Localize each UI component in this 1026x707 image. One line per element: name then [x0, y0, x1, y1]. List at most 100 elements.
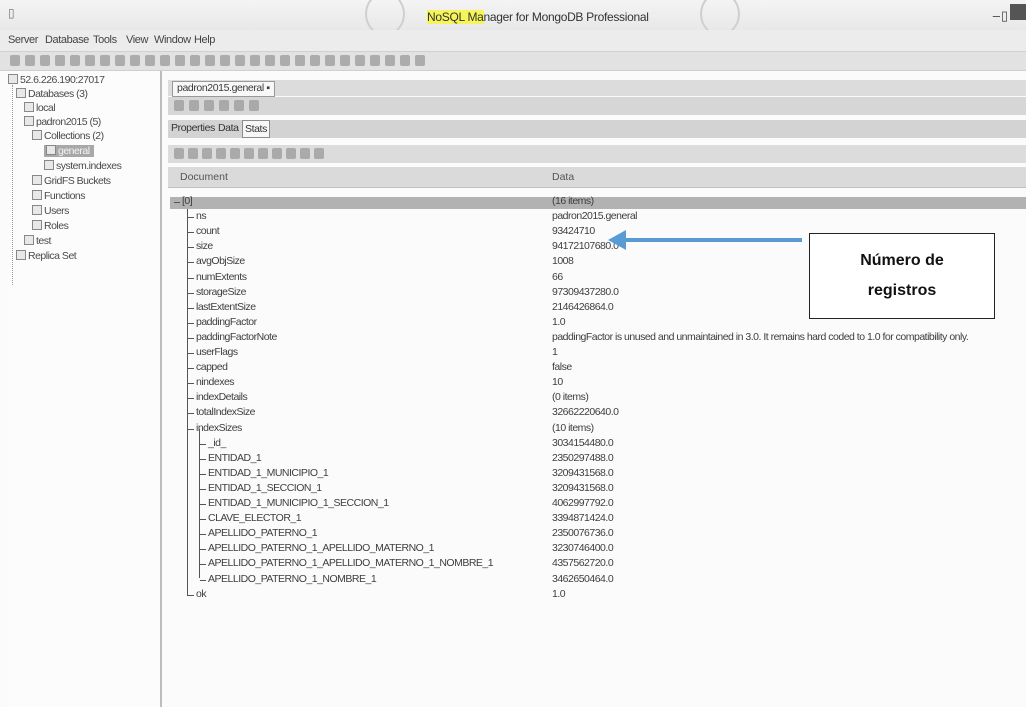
row-stat-key[interactable]: totalIndexSize	[196, 406, 255, 418]
toolbar-button-icon[interactable]	[265, 55, 275, 66]
toolbar-button-icon[interactable]	[220, 55, 230, 66]
row-stat-value[interactable]: 1008	[552, 255, 574, 267]
row-index-size-value[interactable]: 3209431568.0	[552, 467, 614, 479]
row-index-size-value[interactable]: 4062997792.0	[552, 497, 614, 509]
menu-tools[interactable]: Tools	[93, 34, 117, 46]
row-index-size-value[interactable]: 3230746400.0	[552, 542, 614, 554]
row-root-value[interactable]: (16 items)	[552, 195, 594, 207]
navigator-button-icon[interactable]	[286, 148, 296, 159]
row-stat-value[interactable]: 66	[552, 271, 563, 283]
minimize-button[interactable]: –	[993, 8, 1000, 23]
row-index-size-key[interactable]: CLAVE_ELECTOR_1	[208, 512, 302, 524]
toolbar-button-icon[interactable]	[235, 55, 245, 66]
row-stat-key[interactable]: userFlags	[196, 346, 238, 358]
row-index-size-key[interactable]: ENTIDAD_1_SECCION_1	[208, 482, 322, 494]
toolbar-button-icon[interactable]	[55, 55, 65, 66]
tree-node-roles[interactable]: Roles	[32, 220, 69, 232]
row-stat-key[interactable]: numExtents	[196, 271, 247, 283]
toolbar-button-icon[interactable]	[190, 55, 200, 66]
row-root-key[interactable]: [0]	[182, 195, 193, 207]
row-stat-key[interactable]: avgObjSize	[196, 255, 245, 267]
tree-node-gridfs[interactable]: GridFS Buckets	[32, 175, 111, 187]
navigator-button-icon[interactable]	[244, 148, 254, 159]
tree-node-general[interactable]: general	[44, 145, 94, 157]
row-stat-value[interactable]: padron2015.general	[552, 210, 638, 222]
tree-node-local[interactable]: local	[24, 102, 56, 114]
row-stat-value[interactable]: 32662220640.0	[552, 406, 619, 418]
toolbar-button-icon[interactable]	[355, 55, 365, 66]
row-stat-value[interactable]: (10 items)	[552, 422, 594, 434]
navigator-button-icon[interactable]	[314, 148, 324, 159]
row-stat-key[interactable]: ns	[196, 210, 207, 222]
tab-data[interactable]: Data	[218, 122, 239, 134]
tree-node-databases[interactable]: Databases (3)	[16, 88, 88, 100]
tree-node-users[interactable]: Users	[32, 205, 69, 217]
toolbar-button-icon[interactable]	[85, 55, 95, 66]
toolbar-button-icon[interactable]	[370, 55, 380, 66]
row-index-size-value[interactable]: 2350076736.0	[552, 527, 614, 539]
row-stat-value[interactable]: false	[552, 361, 572, 373]
row-stat-key[interactable]: indexSizes	[196, 422, 242, 434]
collection-toolbar-button-icon[interactable]	[219, 100, 229, 111]
row-index-size-value[interactable]: 3394871424.0	[552, 512, 614, 524]
row-index-size-value[interactable]: 2350297488.0	[552, 452, 614, 464]
close-button[interactable]	[1010, 4, 1026, 20]
row-stat-value[interactable]: 1	[552, 346, 558, 358]
navigator-button-icon[interactable]	[216, 148, 226, 159]
toolbar-button-icon[interactable]	[130, 55, 140, 66]
row-stat-value[interactable]: (0 items)	[552, 391, 589, 403]
collection-toolbar-button-icon[interactable]	[234, 100, 244, 111]
row-index-size-key[interactable]: APELLIDO_PATERNO_1_APELLIDO_MATERNO_1	[208, 542, 435, 554]
row-stat-key[interactable]: lastExtentSize	[196, 301, 256, 313]
toolbar-button-icon[interactable]	[115, 55, 125, 66]
row-stat-key[interactable]: paddingFactorNote	[196, 331, 277, 343]
navigator-button-icon[interactable]	[202, 148, 212, 159]
toolbar-button-icon[interactable]	[25, 55, 35, 66]
row-ok-value[interactable]: 1.0	[552, 588, 566, 600]
menu-server[interactable]: Server	[8, 34, 38, 46]
column-data[interactable]: Data	[552, 171, 574, 183]
navigator-button-icon[interactable]	[258, 148, 268, 159]
tab-stats[interactable]: Stats	[242, 120, 270, 138]
toolbar-button-icon[interactable]	[325, 55, 335, 66]
tree-node-padron2015[interactable]: padron2015 (5)	[24, 116, 101, 128]
close-tab-icon[interactable]: ▪	[266, 82, 270, 94]
toolbar-button-icon[interactable]	[145, 55, 155, 66]
toolbar-button-icon[interactable]	[100, 55, 110, 66]
tab-properties[interactable]: Properties	[171, 122, 215, 134]
toolbar-button-icon[interactable]	[295, 55, 305, 66]
row-index-size-key[interactable]: APELLIDO_PATERNO_1	[208, 527, 318, 539]
row-stat-key[interactable]: paddingFactor	[196, 316, 257, 328]
row-stat-value[interactable]: paddingFactor is unused and unmaintained…	[552, 331, 969, 343]
collection-toolbar-button-icon[interactable]	[204, 100, 214, 111]
row-index-size-key[interactable]: ENTIDAD_1_MUNICIPIO_1	[208, 467, 329, 479]
row-stat-value[interactable]: 93424710	[552, 225, 595, 237]
navigator-button-icon[interactable]	[230, 148, 240, 159]
navigator-button-icon[interactable]	[300, 148, 310, 159]
navigator-button-icon[interactable]	[188, 148, 198, 159]
toolbar-button-icon[interactable]	[205, 55, 215, 66]
collection-toolbar-button-icon[interactable]	[189, 100, 199, 111]
toolbar-button-icon[interactable]	[160, 55, 170, 66]
row-index-size-value[interactable]: 4357562720.0	[552, 557, 614, 569]
row-index-size-key[interactable]: ENTIDAD_1_MUNICIPIO_1_SECCION_1	[208, 497, 389, 509]
column-document[interactable]: Document	[180, 171, 228, 183]
row-ok-key[interactable]: ok	[196, 588, 207, 600]
row-stat-key[interactable]: capped	[196, 361, 228, 373]
toolbar-button-icon[interactable]	[40, 55, 50, 66]
toolbar-button-icon[interactable]	[415, 55, 425, 66]
toolbar-button-icon[interactable]	[250, 55, 260, 66]
row-stat-value[interactable]: 10	[552, 376, 563, 388]
navigator-button-icon[interactable]	[174, 148, 184, 159]
row-stat-value[interactable]: 1.0	[552, 316, 566, 328]
row-index-size-key[interactable]: ENTIDAD_1	[208, 452, 262, 464]
toolbar-button-icon[interactable]	[10, 55, 20, 66]
collection-toolbar-button-icon[interactable]	[174, 100, 184, 111]
menu-help[interactable]: Help	[194, 34, 215, 46]
collection-toolbar-button-icon[interactable]	[249, 100, 259, 111]
menu-window[interactable]: Window	[154, 34, 191, 46]
row-index-size-value[interactable]: 3034154480.0	[552, 437, 614, 449]
row-stat-key[interactable]: count	[196, 225, 220, 237]
toolbar-button-icon[interactable]	[385, 55, 395, 66]
toolbar-button-icon[interactable]	[175, 55, 185, 66]
